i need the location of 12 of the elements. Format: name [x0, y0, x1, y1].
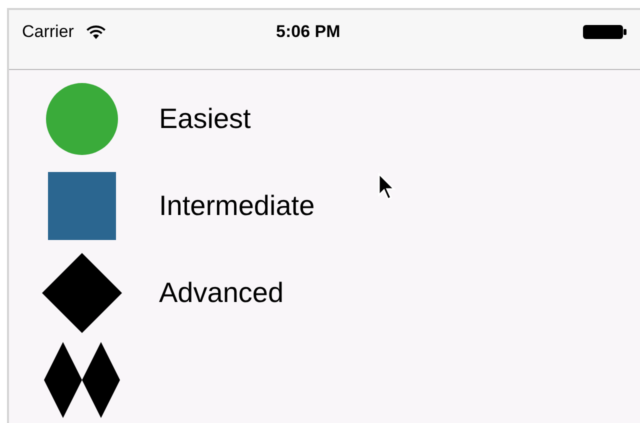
battery-icon — [583, 24, 627, 40]
row-label[interactable]: Easiest — [159, 98, 251, 140]
diamond-icon — [42, 252, 122, 332]
mouse-cursor-icon — [378, 173, 396, 201]
carrier-label: Carrier — [22, 21, 74, 44]
row-label[interactable]: Intermediate — [159, 184, 315, 226]
double-diamond-icon — [44, 342, 120, 418]
row-label[interactable]: Advanced — [159, 272, 284, 314]
circle-icon — [45, 82, 119, 156]
time-label: 5:06 PM — [276, 21, 340, 44]
square-icon — [48, 172, 116, 240]
wifi-icon — [86, 24, 106, 40]
